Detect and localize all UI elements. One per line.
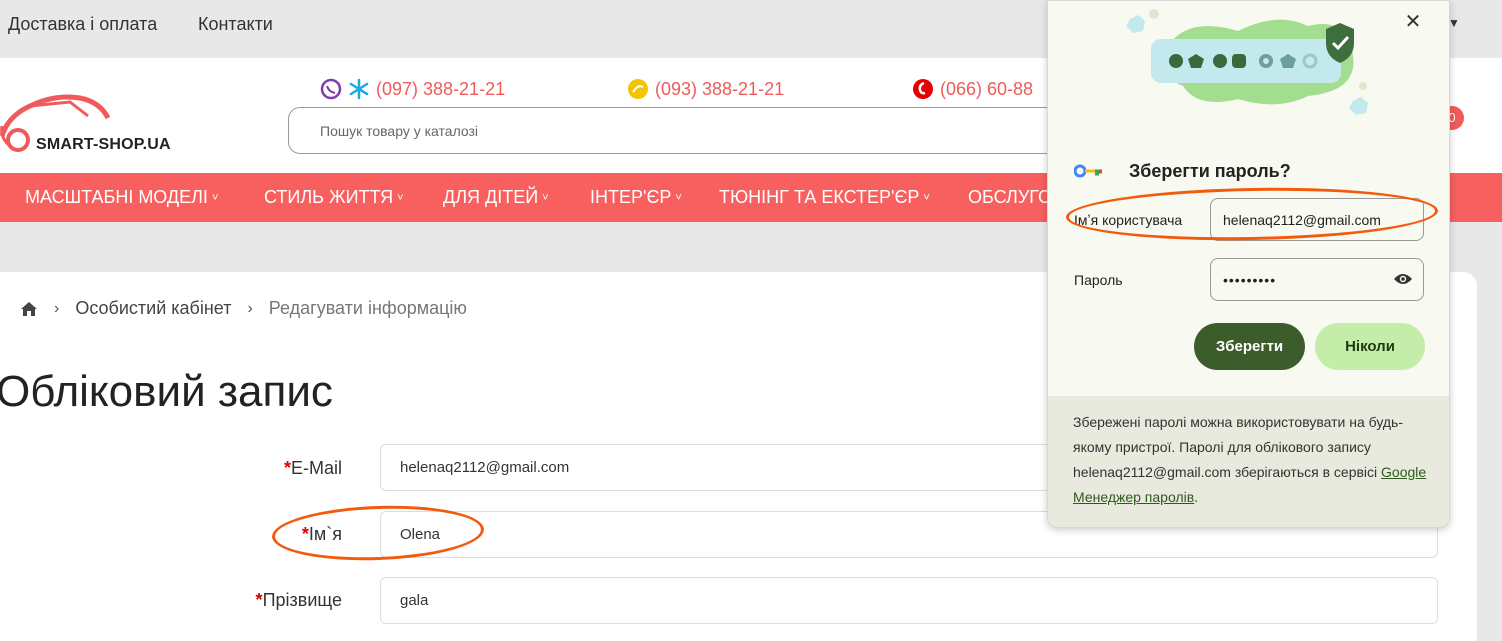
chevron-down-icon: ˅ bbox=[675, 192, 682, 204]
last-name-label: *Прізвище bbox=[255, 590, 342, 610]
contacts-link[interactable]: Контакти bbox=[198, 14, 273, 35]
phone-number: (097) 388-21-21 bbox=[376, 78, 506, 99]
viber-icon bbox=[320, 78, 342, 100]
last-name-field[interactable]: gala bbox=[380, 577, 1438, 624]
password-field[interactable]: ••••••••• bbox=[1210, 258, 1424, 301]
home-icon[interactable] bbox=[20, 301, 38, 317]
save-password-button[interactable]: Зберегти bbox=[1194, 323, 1305, 370]
popup-title: Зберегти пароль? bbox=[1129, 161, 1291, 181]
nav-item-interior[interactable]: ІНТЕР'ЄР ˅ bbox=[590, 187, 682, 208]
eye-icon[interactable] bbox=[1393, 271, 1413, 287]
phone-lifecell[interactable]: (093) 388-21-21 bbox=[627, 78, 784, 100]
nav-item-tuning[interactable]: ТЮНІНГ ТА ЕКСТЕР'ЄР ˅ bbox=[719, 187, 930, 208]
email-label: *E-Mail bbox=[283, 458, 342, 478]
popup-footer-text: Збережені паролі можна використовувати н… bbox=[1073, 414, 1427, 505]
phone-number: (066) 60-88 bbox=[940, 78, 1034, 99]
never-save-button[interactable]: Ніколи bbox=[1315, 323, 1425, 370]
popup-footer: Збережені паролі можна використовувати н… bbox=[1048, 396, 1449, 527]
chevron-down-icon: ˅ bbox=[211, 192, 219, 204]
nav-item-lifestyle[interactable]: СТИЛЬ ЖИТТЯ ˅ bbox=[264, 187, 404, 208]
chevron-down-icon: ˅ bbox=[923, 192, 930, 204]
search-box[interactable] bbox=[288, 107, 1088, 154]
breadcrumb-edit-info: Редагувати інформацію bbox=[268, 298, 467, 318]
username-field[interactable]: helenaq2112@gmail.com bbox=[1210, 198, 1424, 241]
logo-text: SMART-SHOP.UA bbox=[36, 136, 171, 153]
phone-kyivstar[interactable]: (097) 388-21-21 bbox=[320, 78, 505, 100]
vodafone-icon bbox=[913, 79, 933, 99]
chevron-down-icon: ˅ bbox=[397, 192, 404, 204]
breadcrumb-account[interactable]: Особистий кабінет bbox=[75, 298, 231, 319]
phone-number: (093) 388-21-21 bbox=[655, 78, 785, 99]
nav-item-service[interactable]: ОБСЛУГО bbox=[968, 187, 1052, 208]
nav-item-kids[interactable]: ДЛЯ ДІТЕЙ ˅ bbox=[443, 187, 549, 208]
close-icon[interactable]: ✕ bbox=[1400, 9, 1426, 35]
password-label: Пароль bbox=[1074, 272, 1123, 288]
kyivstar-icon bbox=[349, 78, 369, 100]
password-illustration-icon bbox=[1126, 9, 1368, 115]
page-title: Обліковий запис bbox=[0, 367, 333, 416]
search-input[interactable] bbox=[289, 108, 1087, 153]
lifecell-icon bbox=[628, 79, 648, 99]
delivery-link[interactable]: Доставка і оплата bbox=[8, 14, 157, 35]
first-name-label: *Ім`я bbox=[301, 524, 342, 544]
chevron-right-icon: › bbox=[54, 299, 60, 317]
save-password-popup: ✕ Зберегти пароль? Імʼя користувача hele… bbox=[1047, 0, 1450, 528]
chevron-down-icon: ˅ bbox=[542, 192, 549, 204]
phone-vodafone[interactable]: (066) 60-88 bbox=[912, 78, 1033, 100]
nav-item-scale-models[interactable]: МАСШТАБНІ МОДЕЛІ ˅ bbox=[25, 187, 218, 208]
chevron-right-icon: › bbox=[247, 299, 253, 317]
site-logo[interactable]: SMART-SHOP.UA bbox=[0, 76, 200, 156]
google-key-icon bbox=[1074, 164, 1102, 178]
username-label: Імʼя користувача bbox=[1074, 212, 1183, 228]
breadcrumb: › Особистий кабінет › Редагувати інформа… bbox=[20, 298, 467, 319]
